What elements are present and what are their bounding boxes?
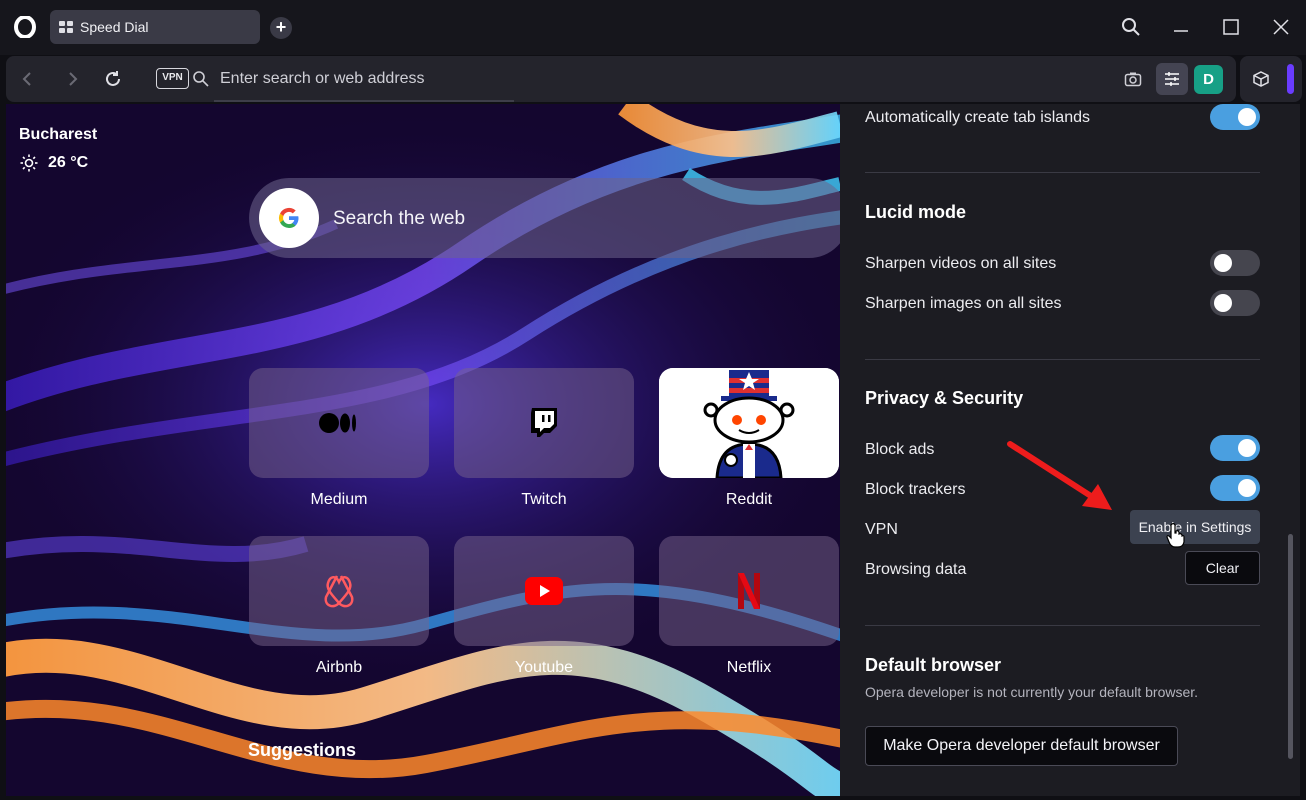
- speed-dial-tile-airbnb[interactable]: [249, 536, 429, 646]
- block-ads-toggle[interactable]: [1210, 435, 1260, 461]
- back-button[interactable]: [16, 68, 38, 90]
- tab-speed-dial[interactable]: Speed Dial: [50, 10, 260, 44]
- web-search-placeholder[interactable]: Search the web: [333, 208, 465, 230]
- maximize-button[interactable]: [1216, 12, 1246, 42]
- back-arrow-icon: [22, 72, 31, 86]
- tab-islands-toggle[interactable]: [1210, 104, 1260, 130]
- speed-dial-tile-youtube[interactable]: [454, 536, 634, 646]
- block-trackers-label: Block trackers: [865, 481, 966, 498]
- block-ads-label: Block ads: [865, 441, 935, 458]
- toggle-knob: [1238, 439, 1256, 457]
- tab-islands-label: Automatically create tab islands: [865, 109, 1090, 126]
- netflix-icon: [738, 573, 760, 609]
- panel-scrollbar[interactable]: [1288, 534, 1293, 759]
- search-tabs-button[interactable]: [1116, 12, 1146, 42]
- new-tab-button[interactable]: +: [270, 17, 292, 39]
- speed-dial-tile-twitch[interactable]: [454, 368, 634, 478]
- default-browser-title: Default browser: [865, 655, 1002, 675]
- make-default-browser-button[interactable]: Make Opera developer default browser: [865, 726, 1178, 766]
- vpn-label: VPN: [865, 521, 898, 538]
- close-button[interactable]: [1266, 12, 1296, 42]
- weather-temperature: 26 °C: [48, 154, 89, 171]
- address-input[interactable]: [220, 66, 1100, 92]
- speed-dial-tile-reddit[interactable]: [659, 368, 839, 478]
- browsing-data-label: Browsing data: [865, 561, 967, 578]
- tab-title: Speed Dial: [80, 19, 149, 35]
- easy-setup-button[interactable]: [1156, 63, 1188, 95]
- sun-icon: [20, 154, 38, 172]
- tile-label-netflix: Netflix: [726, 659, 772, 676]
- sidebar-accent-bar: [1287, 64, 1294, 94]
- privacy-security-title: Privacy & Security: [865, 388, 1024, 408]
- tile-label-twitch: Twitch: [521, 491, 567, 508]
- weather-city[interactable]: Bucharest: [19, 126, 97, 144]
- forward-button[interactable]: [62, 68, 84, 90]
- address-search-icon-wrap: [190, 68, 212, 90]
- toggle-knob: [1214, 254, 1232, 272]
- sharpen-images-toggle[interactable]: [1210, 290, 1260, 316]
- title-bar: Speed Dial +: [0, 0, 1306, 55]
- toggle-knob: [1238, 479, 1256, 497]
- minimize-button[interactable]: [1166, 12, 1196, 42]
- toggle-knob: [1238, 108, 1256, 126]
- divider: [865, 359, 1260, 360]
- sharpen-videos-label: Sharpen videos on all sites: [865, 255, 1057, 272]
- speed-dial-tile-medium[interactable]: [249, 368, 429, 478]
- google-icon[interactable]: [259, 188, 319, 248]
- annotation-arrow-icon: [1007, 441, 1112, 510]
- medium-icon: [319, 413, 356, 433]
- weather-widget[interactable]: 26 °C: [20, 154, 88, 172]
- profile-avatar[interactable]: D: [1194, 65, 1223, 94]
- sliders-icon: [1165, 72, 1179, 86]
- search-icon: [1122, 18, 1140, 36]
- speed-dial-icon: [59, 21, 73, 33]
- block-trackers-toggle[interactable]: [1210, 475, 1260, 501]
- youtube-icon: [525, 577, 563, 605]
- reload-icon: [106, 71, 120, 86]
- maximize-icon: [1223, 19, 1239, 35]
- google-logo-icon: [278, 207, 299, 229]
- divider: [865, 172, 1260, 173]
- cube-icon: [1253, 71, 1269, 87]
- lucid-mode-title: Lucid mode: [865, 202, 967, 222]
- speed-dial-tile-netflix[interactable]: [659, 536, 839, 646]
- camera-icon: [1124, 72, 1142, 87]
- tile-label-youtube: Youtube: [514, 659, 574, 676]
- airbnb-icon: [324, 575, 354, 608]
- speed-dial-page: Bucharest 26 °C Search the web Medium Tw…: [6, 104, 840, 796]
- extensions-button[interactable]: [1250, 68, 1272, 90]
- suggestions-heading: Suggestions: [248, 740, 357, 760]
- address-toolbar: VPN D: [6, 56, 1236, 102]
- vpn-badge[interactable]: VPN: [156, 68, 189, 89]
- reload-button[interactable]: [102, 68, 124, 90]
- close-icon: [1273, 19, 1289, 35]
- sharpen-videos-toggle[interactable]: [1210, 250, 1260, 276]
- clear-browsing-data-button[interactable]: Clear: [1185, 551, 1260, 585]
- enable-vpn-in-settings-button[interactable]: Enable in Settings: [1130, 510, 1260, 544]
- minimize-icon: [1174, 30, 1188, 32]
- search-icon: [193, 71, 209, 87]
- tile-label-reddit: Reddit: [725, 491, 773, 508]
- sharpen-images-label: Sharpen images on all sites: [865, 295, 1062, 312]
- address-bar-underline: [214, 100, 514, 102]
- snapshot-button[interactable]: [1122, 68, 1144, 90]
- forward-arrow-icon: [69, 72, 78, 86]
- twitch-icon: [531, 408, 557, 437]
- web-search-box[interactable]: Search the web: [249, 178, 840, 258]
- default-browser-description: Opera developer is not currently your de…: [865, 684, 1199, 700]
- hand-cursor-icon: [1166, 523, 1185, 548]
- toggle-knob: [1214, 294, 1232, 312]
- reddit-icon: [659, 368, 839, 478]
- opera-logo-icon[interactable]: [14, 16, 36, 38]
- tile-label-medium: Medium: [310, 491, 368, 508]
- tile-label-airbnb: Airbnb: [315, 659, 363, 676]
- divider: [865, 625, 1260, 626]
